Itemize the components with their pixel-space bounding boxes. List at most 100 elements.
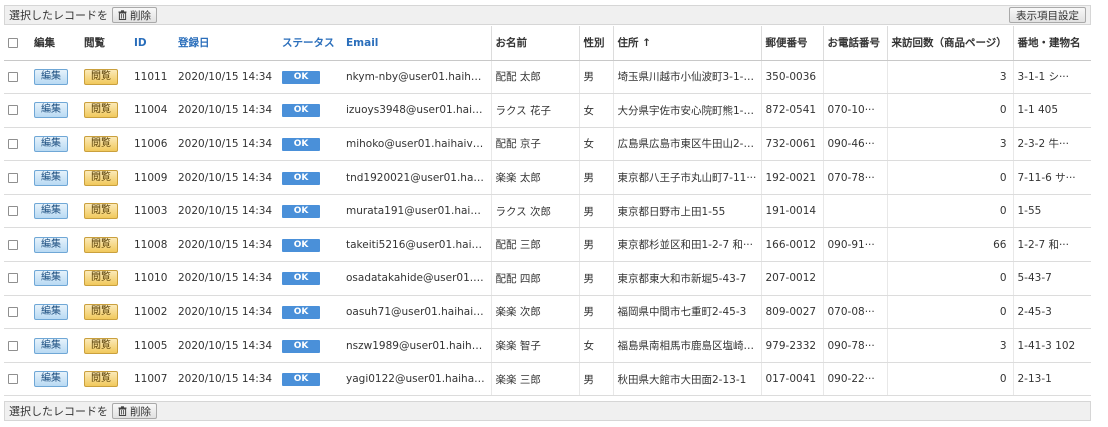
row-checkbox[interactable]	[8, 340, 18, 351]
row-checkbox[interactable]	[8, 71, 18, 82]
table-row: 編集 閲覧 11005 2020/10/15 14:34 OK nszw1989@user…	[4, 328, 1091, 363]
table-row: 編集 閲覧 11004 2020/10/15 14:34 OK izuoys3948@us…	[4, 93, 1091, 128]
row-checkbox[interactable]	[8, 239, 18, 250]
edit-button[interactable]: 編集	[34, 303, 68, 320]
cell-id: 11004	[130, 93, 174, 128]
cell-registered: 2020/10/15 14:34	[174, 328, 278, 363]
col-registered[interactable]: 登録日	[174, 26, 278, 61]
delete-button-bottom[interactable]: 削除	[112, 403, 157, 419]
cell-postal: 732-0061	[760, 127, 823, 162]
edit-button[interactable]: 編集	[34, 169, 68, 186]
cell-registered: 2020/10/15 14:34	[174, 127, 278, 162]
edit-button[interactable]: 編集	[34, 371, 68, 388]
col-status[interactable]: ステータス	[278, 26, 342, 61]
row-view-cell: 閲覧	[80, 60, 130, 95]
edit-button[interactable]: 編集	[34, 236, 68, 253]
row-edit-cell: 編集	[30, 261, 80, 296]
cell-id: 11011	[130, 60, 174, 95]
cell-id: 11005	[130, 328, 174, 363]
edit-button[interactable]: 編集	[34, 102, 68, 119]
view-button[interactable]: 閲覧	[84, 68, 118, 85]
row-checkbox[interactable]	[8, 206, 18, 217]
status-badge: OK	[282, 305, 320, 319]
view-button[interactable]: 閲覧	[84, 102, 118, 119]
cell-lot: 1-2-7 和···	[1012, 227, 1091, 263]
col-name[interactable]: お名前	[490, 26, 579, 61]
cell-visits: 0	[886, 362, 1013, 397]
bottom-action-bar: 選択したレコードを 削除	[4, 401, 1091, 421]
row-checkbox[interactable]	[8, 138, 18, 149]
view-button[interactable]: 閲覧	[84, 270, 118, 287]
cell-registered: 2020/10/15 14:34	[174, 227, 278, 263]
cell-gender: 男	[578, 227, 613, 263]
edit-button[interactable]: 編集	[34, 135, 68, 152]
row-view-cell: 閲覧	[80, 127, 130, 162]
row-edit-cell: 編集	[30, 160, 80, 195]
selected-records-label-bottom: 選択したレコードを	[9, 405, 108, 418]
row-view-cell: 閲覧	[80, 93, 130, 128]
edit-button[interactable]: 編集	[34, 270, 68, 287]
selected-records-label: 選択したレコードを	[9, 9, 108, 22]
row-view-cell: 閲覧	[80, 227, 130, 263]
col-visits[interactable]: 来訪回数（商品ページ）	[886, 26, 1013, 61]
cell-name: 配配 太郎	[490, 60, 579, 95]
view-button[interactable]: 閲覧	[84, 236, 118, 253]
col-id[interactable]: ID	[130, 26, 174, 61]
cell-status: OK	[278, 60, 342, 95]
col-address[interactable]: 住所 ↑	[612, 26, 761, 61]
row-view-cell: 閲覧	[80, 160, 130, 195]
delete-label: 削除	[130, 405, 151, 418]
row-checkbox[interactable]	[8, 306, 18, 317]
col-email[interactable]: Email	[342, 26, 491, 61]
view-button[interactable]: 閲覧	[84, 371, 118, 388]
cell-phone: 090-78···	[822, 328, 887, 363]
row-edit-cell: 編集	[30, 60, 80, 95]
display-settings-button[interactable]: 表示項目設定	[1009, 7, 1086, 23]
view-button[interactable]: 閲覧	[84, 169, 118, 186]
col-phone[interactable]: お電話番号	[822, 26, 887, 61]
cell-id: 11002	[130, 295, 174, 330]
select-all-checkbox[interactable]	[8, 37, 18, 48]
cell-address: 東京都杉並区和田1-2-7 和···	[612, 227, 761, 263]
row-checkbox-cell	[4, 328, 30, 363]
cell-email: osadatakahide@user01.h···	[342, 261, 491, 296]
cell-name: 配配 京子	[490, 127, 579, 162]
cell-visits: 0	[886, 295, 1013, 330]
cell-gender: 女	[578, 127, 613, 162]
col-postal[interactable]: 郵便番号	[760, 26, 823, 61]
cell-email: tnd1920021@user01.haih···	[342, 160, 491, 195]
row-checkbox[interactable]	[8, 172, 18, 183]
delete-label: 削除	[130, 9, 151, 22]
cell-status: OK	[278, 93, 342, 128]
view-button[interactable]: 閲覧	[84, 203, 118, 220]
edit-button[interactable]: 編集	[34, 203, 68, 220]
cell-status: OK	[278, 295, 342, 330]
row-edit-cell: 編集	[30, 295, 80, 330]
cell-status: OK	[278, 362, 342, 397]
row-checkbox-cell	[4, 60, 30, 95]
table-row: 編集 閲覧 11003 2020/10/15 14:34 OK murata191@use…	[4, 194, 1091, 229]
cell-address: 福岡県中間市七重町2-45-3	[612, 295, 761, 330]
col-lot[interactable]: 番地・建物名	[1012, 26, 1091, 61]
row-checkbox[interactable]	[8, 374, 18, 385]
view-button[interactable]: 閲覧	[84, 337, 118, 354]
cell-postal: 872-0541	[760, 93, 823, 128]
cell-email: nkym-nby@user01.haihai···	[342, 60, 491, 95]
cell-name: 配配 四郎	[490, 261, 579, 296]
cell-visits: 0	[886, 194, 1013, 229]
edit-button[interactable]: 編集	[34, 68, 68, 85]
view-button[interactable]: 閲覧	[84, 303, 118, 320]
row-checkbox[interactable]	[8, 273, 18, 284]
delete-button[interactable]: 削除	[112, 7, 157, 23]
col-address-label: 住所	[617, 37, 639, 50]
row-checkbox[interactable]	[8, 105, 18, 116]
col-gender[interactable]: 性別	[578, 26, 613, 61]
cell-id: 11010	[130, 261, 174, 296]
edit-button[interactable]: 編集	[34, 337, 68, 354]
row-checkbox-cell	[4, 93, 30, 128]
cell-status: OK	[278, 261, 342, 296]
view-button[interactable]: 閲覧	[84, 135, 118, 152]
cell-phone: 090-91···	[822, 227, 887, 263]
cell-gender: 男	[578, 362, 613, 397]
cell-gender: 女	[578, 93, 613, 128]
